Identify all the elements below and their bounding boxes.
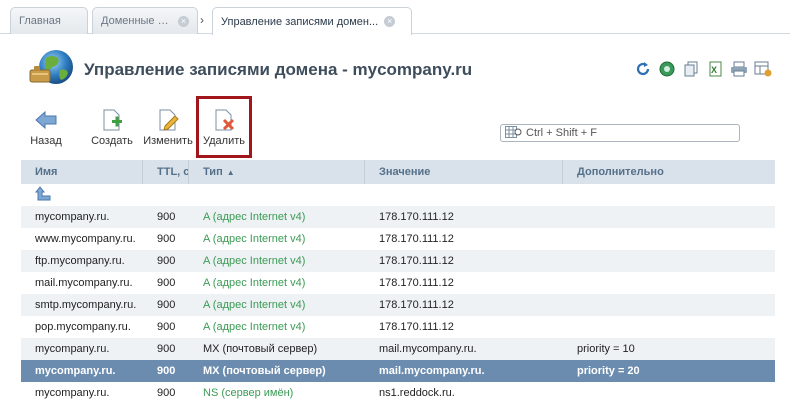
cell-ttl: 900: [157, 299, 176, 311]
table-row[interactable]: ftp.mycompany.ru. 900 A (адрес Internet …: [21, 250, 775, 272]
cell-ttl: 900: [157, 321, 176, 333]
grid-header: Имя TTL, с Тип ▲ Значение Дополнительно: [21, 160, 775, 184]
cell-type: A (адрес Internet v4): [203, 299, 306, 311]
back-button[interactable]: Назад: [20, 108, 72, 154]
globe-gear-icon[interactable]: [658, 60, 676, 78]
copy-icon[interactable]: [682, 60, 700, 78]
cell-type: A (адрес Internet v4): [203, 321, 306, 333]
domain-globe-icon: [26, 48, 76, 90]
cell-value: 178.170.111.12: [379, 255, 454, 267]
up-arrow-icon[interactable]: [34, 185, 51, 205]
tab-domains[interactable]: Доменные и... ×: [92, 7, 198, 34]
table-row[interactable]: pop.mycompany.ru. 900 A (адрес Internet …: [21, 316, 775, 338]
cell-type: NS (сервер имён): [203, 387, 294, 399]
records-grid: Имя TTL, с Тип ▲ Значение Дополнительно m…: [21, 160, 775, 402]
search-grid-icon: [505, 125, 523, 141]
cell-value: 178.170.111.12: [379, 233, 454, 245]
sort-ascending-icon: ▲: [226, 167, 235, 177]
column-header-ttl[interactable]: TTL, с: [143, 160, 189, 184]
tab-label: Доменные и...: [101, 15, 172, 27]
cell-value: 178.170.111.12: [379, 321, 454, 333]
cell-name: mycompany.ru.: [35, 387, 110, 399]
cell-ttl: 900: [157, 255, 176, 267]
table-row-selected[interactable]: mycompany.ru. 900 MX (почтовый сервер) m…: [21, 360, 775, 382]
cell-value: 178.170.111.12: [379, 299, 454, 311]
cell-ttl: 900: [157, 277, 176, 289]
create-button[interactable]: Создать: [86, 108, 138, 154]
cell-ttl: 900: [157, 211, 176, 223]
create-label: Создать: [91, 135, 133, 147]
table-settings-icon[interactable]: [754, 60, 772, 78]
table-row[interactable]: smtp.mycompany.ru. 900 A (адрес Internet…: [21, 294, 775, 316]
cell-type: A (адрес Internet v4): [203, 255, 306, 267]
tab-manage-records[interactable]: Управление записями домен... ×: [212, 7, 412, 35]
parent-folder-row[interactable]: [21, 184, 775, 206]
print-icon[interactable]: [730, 60, 748, 78]
table-row[interactable]: mycompany.ru. 900 NS (сервер имён) ns1.r…: [21, 382, 775, 402]
cell-ttl: 900: [157, 365, 176, 377]
cell-type: A (адрес Internet v4): [203, 233, 306, 245]
refresh-icon[interactable]: [634, 60, 652, 78]
close-icon[interactable]: ×: [178, 15, 189, 27]
tab-bar: Главная Доменные и... × › Управление зап…: [0, 0, 790, 35]
page-title: Управление записями домена - mycompany.r…: [84, 60, 473, 79]
cell-name: mycompany.ru.: [35, 365, 116, 377]
cell-type: A (адрес Internet v4): [203, 277, 306, 289]
search-box: [500, 124, 740, 142]
cell-name: ftp.mycompany.ru.: [35, 255, 125, 267]
close-icon[interactable]: ×: [384, 16, 396, 27]
cell-name: www.mycompany.ru.: [35, 233, 136, 245]
excel-icon[interactable]: X: [706, 60, 724, 78]
table-row[interactable]: mail.mycompany.ru. 900 A (адрес Internet…: [21, 272, 775, 294]
add-document-icon: [100, 108, 124, 132]
column-header-type[interactable]: Тип ▲: [189, 160, 365, 184]
table-row[interactable]: mycompany.ru. 900 A (адрес Internet v4) …: [21, 206, 775, 228]
cell-extra: priority = 10: [577, 343, 635, 355]
cell-ttl: 900: [157, 343, 176, 355]
search-input[interactable]: [526, 127, 736, 139]
cell-type: MX (почтовый сервер): [203, 365, 326, 377]
cell-name: pop.mycompany.ru.: [35, 321, 131, 333]
cell-name: mycompany.ru.: [35, 343, 110, 355]
column-header-name[interactable]: Имя: [21, 160, 143, 184]
arrow-left-icon: [34, 108, 58, 132]
table-row[interactable]: www.mycompany.ru. 900 A (адрес Internet …: [21, 228, 775, 250]
tab-label: Главная: [19, 15, 61, 27]
column-header-extra[interactable]: Дополнительно: [563, 160, 775, 184]
tab-label: Управление записями домен...: [221, 15, 379, 28]
cell-value: 178.170.111.12: [379, 277, 454, 289]
header-toolbar: X: [634, 60, 772, 78]
cell-value: mail.mycompany.ru.: [379, 343, 477, 355]
tab-home[interactable]: Главная: [10, 7, 88, 34]
svg-text:X: X: [711, 65, 717, 75]
column-header-value[interactable]: Значение: [365, 160, 563, 184]
cell-value: mail.mycompany.ru.: [379, 365, 485, 377]
edit-document-icon: [156, 108, 180, 132]
cell-name: mycompany.ru.: [35, 211, 110, 223]
cell-ttl: 900: [157, 233, 176, 245]
cell-value: ns1.reddock.ru.: [379, 387, 455, 399]
cell-type: MX (почтовый сервер): [203, 343, 318, 355]
delete-highlight-frame: [196, 96, 252, 158]
table-row[interactable]: mycompany.ru. 900 MX (почтовый сервер) m…: [21, 338, 775, 360]
cell-value: 178.170.111.12: [379, 211, 454, 223]
cell-type: A (адрес Internet v4): [203, 211, 306, 223]
cell-ttl: 900: [157, 387, 176, 399]
cell-name: mail.mycompany.ru.: [35, 277, 133, 289]
chevron-right-icon[interactable]: ›: [200, 13, 204, 27]
edit-label: Изменить: [143, 135, 193, 147]
back-label: Назад: [30, 135, 62, 147]
edit-button[interactable]: Изменить: [142, 108, 194, 154]
cell-name: smtp.mycompany.ru.: [35, 299, 137, 311]
cell-extra: priority = 20: [577, 365, 640, 377]
